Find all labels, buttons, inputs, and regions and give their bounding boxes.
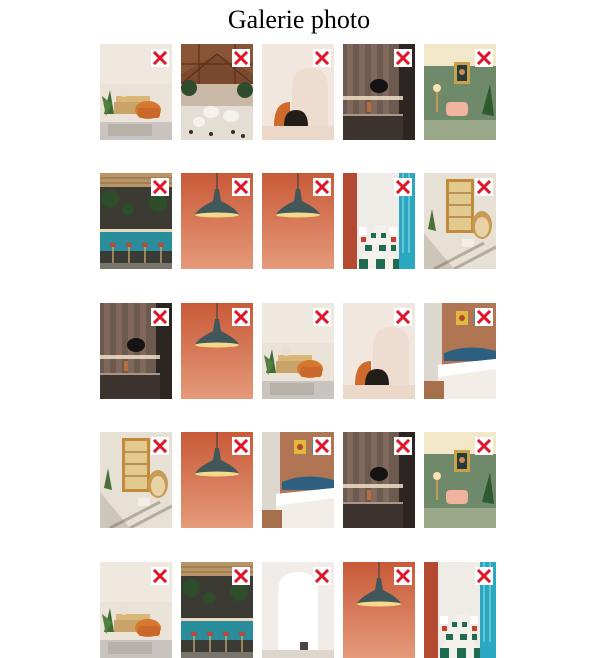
close-icon [232, 567, 250, 585]
gallery-photo[interactable] [262, 173, 334, 269]
close-icon [151, 437, 169, 455]
gallery-photo[interactable] [262, 303, 334, 399]
delete-photo-button[interactable] [151, 437, 169, 455]
delete-photo-button[interactable] [394, 178, 412, 196]
close-icon [394, 308, 412, 326]
delete-photo-button[interactable] [394, 49, 412, 67]
close-icon [313, 49, 331, 67]
gallery-photo[interactable] [424, 562, 496, 658]
close-icon [394, 437, 412, 455]
gallery-photo[interactable] [262, 562, 334, 658]
close-icon [232, 178, 250, 196]
gallery-photo[interactable] [100, 562, 172, 658]
gallery-photo[interactable] [424, 173, 496, 269]
gallery-photo[interactable] [424, 44, 496, 140]
delete-photo-button[interactable] [232, 178, 250, 196]
delete-photo-button[interactable] [232, 308, 250, 326]
gallery-photo[interactable] [181, 562, 253, 658]
gallery-photo[interactable] [181, 303, 253, 399]
delete-photo-button[interactable] [232, 49, 250, 67]
close-icon [475, 567, 493, 585]
delete-photo-button[interactable] [475, 49, 493, 67]
close-icon [151, 178, 169, 196]
gallery-photo[interactable] [343, 562, 415, 658]
gallery-photo[interactable] [424, 432, 496, 528]
close-icon [232, 49, 250, 67]
delete-photo-button[interactable] [232, 567, 250, 585]
delete-photo-button[interactable] [394, 437, 412, 455]
delete-photo-button[interactable] [313, 308, 331, 326]
delete-photo-button[interactable] [475, 308, 493, 326]
delete-photo-button[interactable] [151, 178, 169, 196]
close-icon [313, 567, 331, 585]
gallery-photo[interactable] [100, 44, 172, 140]
delete-photo-button[interactable] [313, 437, 331, 455]
gallery-photo[interactable] [262, 44, 334, 140]
close-icon [232, 308, 250, 326]
delete-photo-button[interactable] [313, 567, 331, 585]
gallery-photo[interactable] [181, 432, 253, 528]
gallery-photo[interactable] [424, 303, 496, 399]
delete-photo-button[interactable] [151, 49, 169, 67]
close-icon [313, 178, 331, 196]
gallery-photo[interactable] [262, 432, 334, 528]
delete-photo-button[interactable] [475, 437, 493, 455]
gallery-photo[interactable] [181, 173, 253, 269]
close-icon [394, 567, 412, 585]
delete-photo-button[interactable] [313, 49, 331, 67]
delete-photo-button[interactable] [151, 567, 169, 585]
close-icon [313, 437, 331, 455]
close-icon [475, 308, 493, 326]
gallery-photo[interactable] [100, 173, 172, 269]
close-icon [151, 308, 169, 326]
close-icon [232, 437, 250, 455]
close-icon [475, 178, 493, 196]
delete-photo-button[interactable] [394, 308, 412, 326]
close-icon [151, 567, 169, 585]
gallery-photo[interactable] [100, 432, 172, 528]
photo-gallery [0, 0, 598, 658]
delete-photo-button[interactable] [475, 567, 493, 585]
gallery-photo[interactable] [343, 303, 415, 399]
delete-photo-button[interactable] [394, 567, 412, 585]
close-icon [475, 49, 493, 67]
close-icon [313, 308, 331, 326]
gallery-photo[interactable] [181, 44, 253, 140]
delete-photo-button[interactable] [151, 308, 169, 326]
delete-photo-button[interactable] [232, 437, 250, 455]
gallery-photo[interactable] [343, 432, 415, 528]
gallery-photo[interactable] [343, 173, 415, 269]
close-icon [151, 49, 169, 67]
close-icon [394, 178, 412, 196]
gallery-photo[interactable] [343, 44, 415, 140]
delete-photo-button[interactable] [475, 178, 493, 196]
gallery-photo[interactable] [100, 303, 172, 399]
delete-photo-button[interactable] [313, 178, 331, 196]
close-icon [394, 49, 412, 67]
close-icon [475, 437, 493, 455]
